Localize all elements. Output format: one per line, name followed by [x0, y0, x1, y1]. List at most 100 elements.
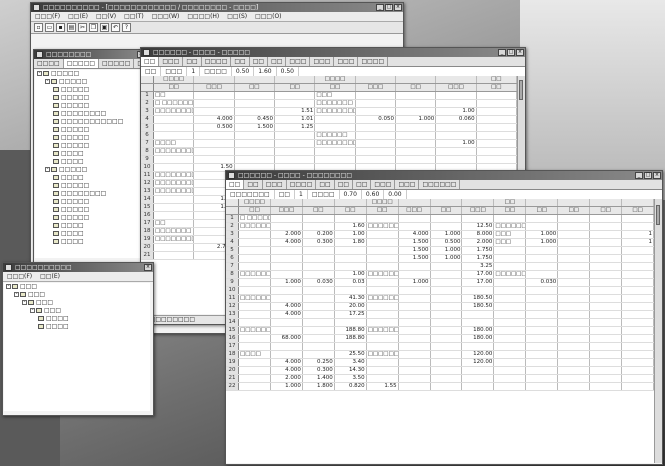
- window2-cell[interactable]: 17.00: [461, 270, 495, 279]
- window2-cell[interactable]: [557, 254, 591, 263]
- window2-cell[interactable]: □□□□□□□□□□□□□□: [238, 270, 271, 279]
- window2-tab[interactable]: □□: [316, 180, 335, 189]
- tree-node[interactable]: □□□□□: [35, 142, 143, 150]
- tree-expander-icon[interactable]: -: [14, 292, 19, 297]
- window1-cell[interactable]: [153, 155, 195, 164]
- window1-table-row[interactable]: 1 □□ □□□: [141, 91, 517, 100]
- window2-cell[interactable]: 1.000: [430, 254, 463, 263]
- window2-cell[interactable]: [398, 270, 431, 279]
- window2-column-header[interactable]: □□□□: [366, 199, 399, 207]
- window2-cell[interactable]: [430, 286, 463, 295]
- window2-cell[interactable]: [461, 366, 495, 375]
- window2-cell[interactable]: [366, 374, 399, 383]
- structure-tree-node[interactable]: - □□□: [4, 291, 150, 299]
- window1-column-header[interactable]: □□: [395, 83, 437, 92]
- window1-column-header[interactable]: □□: [153, 83, 195, 92]
- window1-cell[interactable]: [153, 131, 195, 140]
- window2-cell[interactable]: 180.00: [461, 334, 495, 343]
- window1-cell[interactable]: □□□□: [153, 139, 195, 148]
- window2-cell[interactable]: [621, 350, 654, 359]
- window1-scroll-thumb[interactable]: [519, 80, 523, 100]
- tree-node[interactable]: □□□□: [35, 150, 143, 158]
- window2-cell[interactable]: [238, 262, 271, 271]
- window1-cell[interactable]: 1.00: [435, 139, 477, 148]
- window2-cell[interactable]: [493, 302, 527, 311]
- window1-cell[interactable]: [395, 139, 437, 148]
- window2-cell[interactable]: [589, 270, 623, 279]
- window2-cell[interactable]: [493, 286, 527, 295]
- window2-cell[interactable]: [238, 334, 271, 343]
- window2-cell[interactable]: [525, 310, 559, 319]
- window1-cell[interactable]: [476, 123, 517, 132]
- window1-tab[interactable]: □□□□: [358, 57, 389, 66]
- window2-cell[interactable]: [589, 310, 623, 319]
- window2-cell[interactable]: [557, 358, 591, 367]
- window1-cell[interactable]: [274, 99, 316, 108]
- window1-cell[interactable]: [355, 139, 396, 148]
- window2-cell[interactable]: [493, 318, 527, 327]
- window1-cell[interactable]: [476, 131, 517, 140]
- window2-tab[interactable]: □□□□□□: [419, 180, 461, 189]
- window1-minimize-button[interactable]: _: [498, 49, 506, 56]
- window2-cell[interactable]: [398, 326, 431, 335]
- window2-cell[interactable]: 1.750: [461, 246, 495, 255]
- window2-cell[interactable]: [525, 214, 559, 223]
- window2-cell[interactable]: 0.500: [430, 238, 463, 247]
- window1-cell[interactable]: [234, 147, 275, 156]
- window2-cell[interactable]: [270, 270, 303, 279]
- window2-cell[interactable]: 1.500: [398, 254, 431, 263]
- window2-cell[interactable]: [334, 214, 367, 223]
- window2-cell[interactable]: [493, 382, 527, 391]
- window2-cell[interactable]: [493, 310, 527, 319]
- window2-cell[interactable]: [589, 246, 623, 255]
- window2-cell[interactable]: [334, 318, 367, 327]
- window2-cell[interactable]: [366, 214, 399, 223]
- window2-cell[interactable]: 0.250: [302, 358, 335, 367]
- window2-cell[interactable]: 1.55: [366, 382, 399, 391]
- window1-cell[interactable]: [355, 147, 396, 156]
- window2-cell[interactable]: 1.000: [525, 238, 559, 247]
- window2-tab[interactable]: □□□: [371, 180, 396, 189]
- window1-table-row[interactable]: 2□ □□□□□□□□□□□ □□□□□□□: [141, 99, 517, 108]
- window2-cell[interactable]: [334, 342, 367, 351]
- window2-cell[interactable]: [366, 366, 399, 375]
- window1-table-row[interactable]: 6 □□□□□□: [141, 131, 517, 140]
- window2-cell[interactable]: 14.30: [334, 366, 367, 375]
- window2-cell[interactable]: 188.80: [334, 334, 367, 343]
- window2-cell[interactable]: 1.000: [430, 246, 463, 255]
- window1-tab[interactable]: □□: [250, 57, 269, 66]
- window2-column-header[interactable]: [270, 199, 303, 207]
- window2-cell[interactable]: [366, 238, 399, 247]
- window2-cell[interactable]: [430, 326, 463, 335]
- window2-cell[interactable]: [557, 334, 591, 343]
- window2-cell[interactable]: [525, 350, 559, 359]
- window2-cell[interactable]: 120.00: [461, 350, 495, 359]
- copy-icon[interactable]: ❐: [89, 23, 98, 32]
- structure-menu-file[interactable]: □□□(F): [7, 272, 32, 281]
- tree-node[interactable]: □□□□□: [35, 182, 143, 190]
- window2-cell[interactable]: [557, 374, 591, 383]
- window2-cell[interactable]: 3.40: [334, 358, 367, 367]
- window2-table-row[interactable]: 20 4.000 0.300 14.30: [226, 366, 654, 375]
- window1-column-header[interactable]: [274, 76, 316, 84]
- window2-cell[interactable]: [238, 366, 271, 375]
- window2-minimize-button[interactable]: _: [635, 172, 643, 179]
- window2-cell[interactable]: [334, 286, 367, 295]
- window2-cell[interactable]: [493, 246, 527, 255]
- window1-cell[interactable]: [435, 155, 477, 164]
- window1-cell[interactable]: [435, 123, 477, 132]
- window1-info-cell[interactable]: □□□□: [200, 67, 232, 76]
- window1-cell[interactable]: [153, 203, 195, 212]
- window2-info-cell[interactable]: □□□□□□□: [226, 190, 275, 199]
- window1-column-header[interactable]: □□: [476, 83, 517, 92]
- window1-cell[interactable]: [476, 91, 517, 100]
- window1-cell[interactable]: [395, 107, 437, 116]
- window2-column-header[interactable]: □□: [430, 206, 463, 215]
- window2-cell[interactable]: 17.00: [461, 278, 495, 287]
- window2-column-header[interactable]: □□□: [270, 206, 303, 215]
- window2-cell[interactable]: [334, 254, 367, 263]
- window2-cell[interactable]: [398, 334, 431, 343]
- window1-cell[interactable]: [314, 123, 356, 132]
- window1-cell[interactable]: [274, 91, 316, 100]
- window2-cell[interactable]: [493, 294, 527, 303]
